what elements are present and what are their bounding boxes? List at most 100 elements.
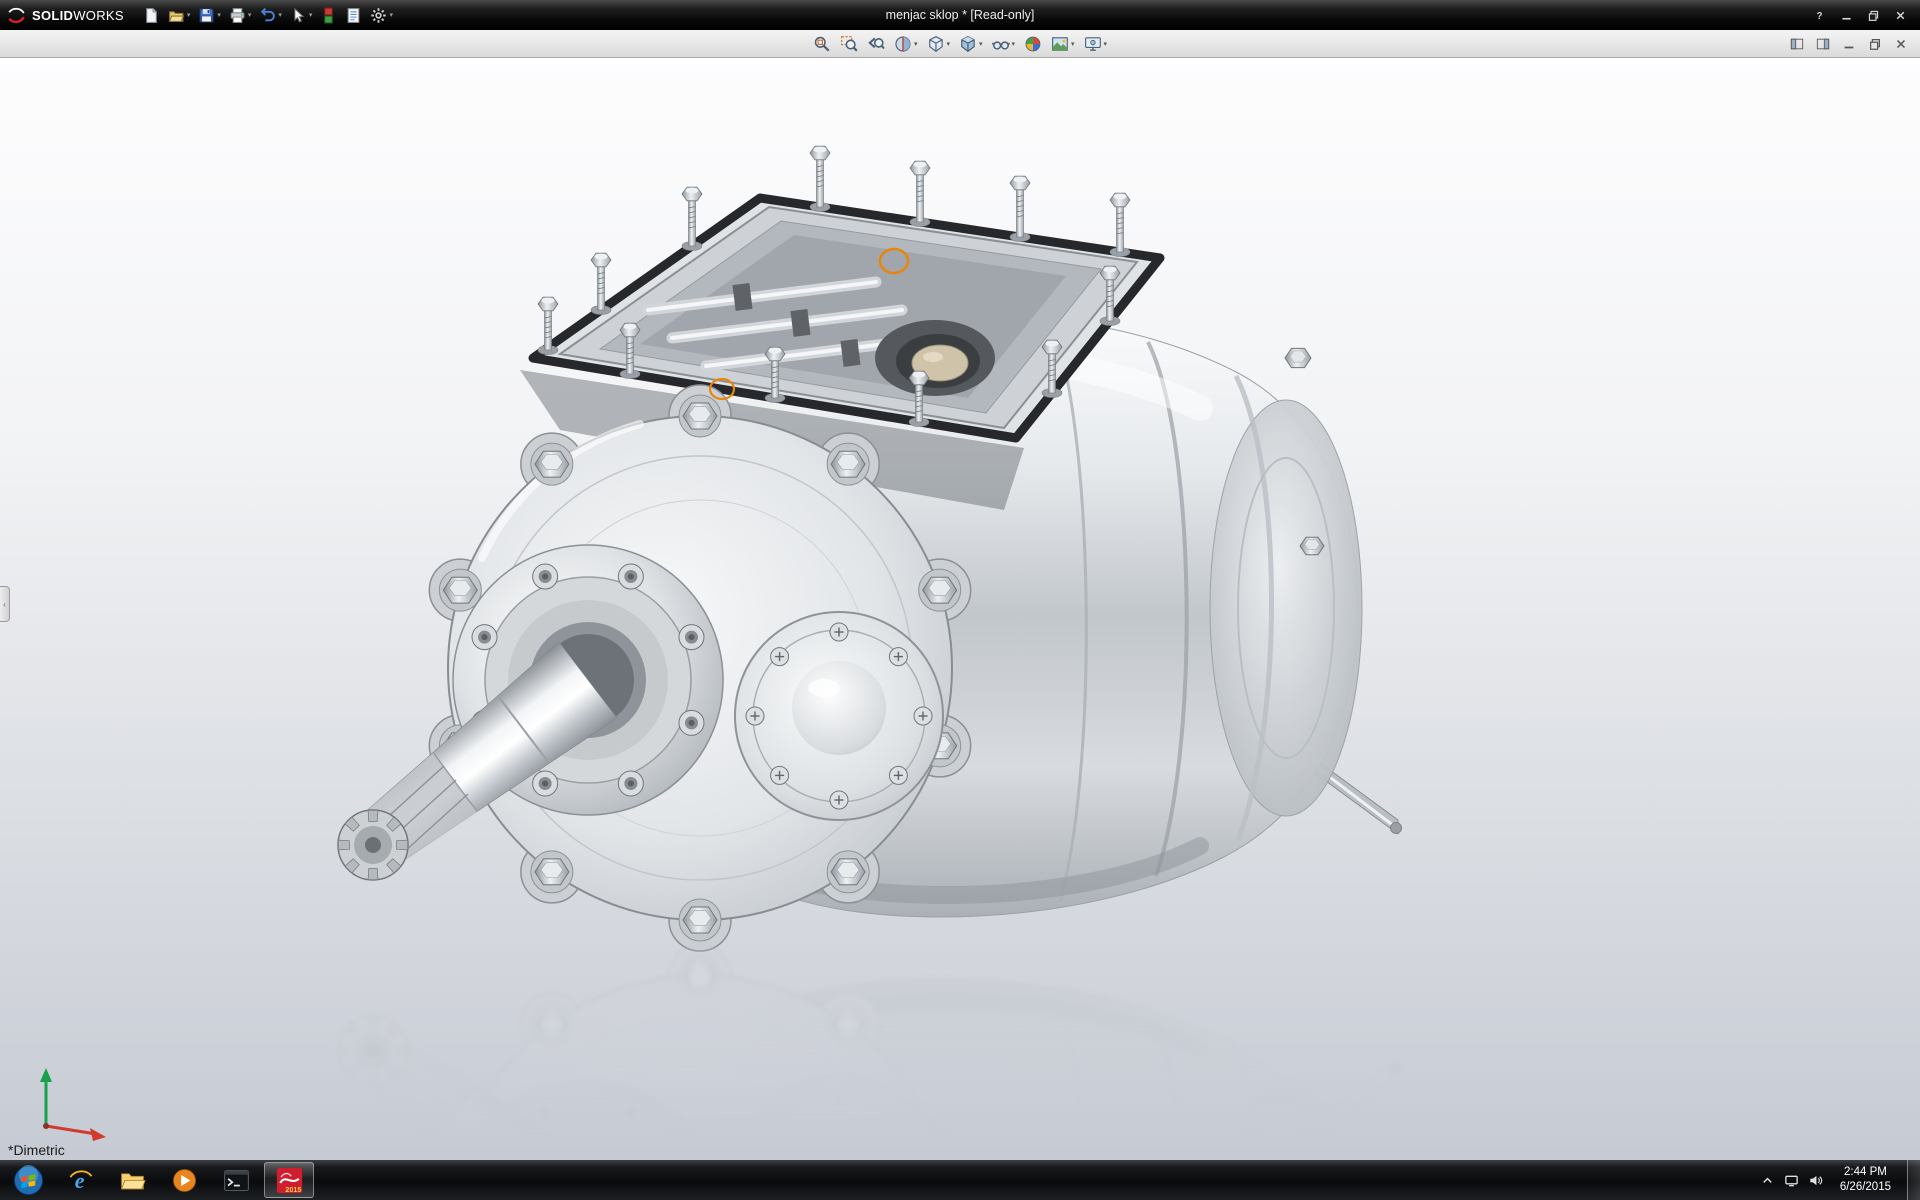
- apply-scene-icon: [1051, 35, 1069, 53]
- command-prompt-button[interactable]: [210, 1160, 262, 1200]
- minimize-app-button[interactable]: [1833, 4, 1860, 26]
- window-controls: ?: [1806, 4, 1920, 26]
- hide-show-items-icon: [992, 35, 1010, 53]
- display-icon: [1784, 1173, 1799, 1188]
- display-settings-button[interactable]: [1780, 1160, 1804, 1200]
- options-icon: [370, 7, 387, 24]
- start-button[interactable]: [2, 1160, 54, 1200]
- volume-button[interactable]: [1804, 1160, 1828, 1200]
- options-button[interactable]: ▾: [367, 3, 396, 27]
- view-orientation-icon: [926, 35, 944, 53]
- show-right-pane-button[interactable]: [1812, 34, 1834, 54]
- dropdown-caret-icon[interactable]: ▾: [1071, 40, 1075, 48]
- dropdown-caret-icon[interactable]: ▾: [946, 40, 950, 48]
- select-button[interactable]: ▾: [287, 3, 316, 27]
- previous-view-button[interactable]: [864, 32, 888, 56]
- show-left-pane-button[interactable]: [1786, 34, 1808, 54]
- print-button[interactable]: ▾: [226, 3, 255, 27]
- clock-time: 2:44 PM: [1840, 1165, 1891, 1180]
- file-explorer-button[interactable]: [106, 1160, 158, 1200]
- save-button[interactable]: ▾: [195, 3, 224, 27]
- floor-reflection: [338, 945, 1402, 1160]
- rebuild-icon: [320, 7, 337, 24]
- graphics-area[interactable]: *Dimetric ‹: [0, 58, 1920, 1160]
- solidworks-icon: 2015: [276, 1167, 303, 1194]
- file-properties-button[interactable]: [342, 3, 365, 27]
- zoom-to-area-icon: [840, 35, 858, 53]
- dropdown-caret-icon[interactable]: ▾: [1012, 40, 1016, 48]
- cover-opening: [875, 320, 995, 396]
- clock-date: 6/26/2015: [1840, 1180, 1891, 1195]
- solidworks-window: SOLIDWORKS ▾▾▾▾▾▾ menjac sklop * [Read-o…: [0, 0, 1920, 1200]
- minimize-icon: [1840, 9, 1853, 22]
- edit-appearance-button[interactable]: [1021, 32, 1045, 56]
- taskbar-clock[interactable]: 2:44 PM 6/26/2015: [1830, 1165, 1901, 1195]
- restore-app-button[interactable]: [1860, 4, 1887, 26]
- dropdown-caret-icon[interactable]: ▾: [389, 11, 393, 19]
- chevron-up-icon: [1760, 1173, 1775, 1188]
- brand: SOLIDWORKS: [0, 0, 140, 30]
- view-orientation-button[interactable]: ▾: [923, 32, 953, 56]
- dropdown-caret-icon[interactable]: ▾: [217, 11, 221, 19]
- zoom-to-fit-button[interactable]: [810, 32, 834, 56]
- undo-icon: [259, 7, 276, 24]
- dropdown-caret-icon[interactable]: ▾: [1104, 40, 1108, 48]
- dropdown-caret-icon[interactable]: ▾: [187, 11, 191, 19]
- brand-name: SOLIDWORKS: [32, 8, 124, 23]
- display-style-button[interactable]: ▾: [956, 32, 986, 56]
- internet-explorer-button[interactable]: e: [54, 1160, 106, 1200]
- zoom-to-area-button[interactable]: [837, 32, 861, 56]
- system-tray: 2:44 PM 6/26/2015: [1756, 1160, 1920, 1200]
- close-app-button[interactable]: [1887, 4, 1914, 26]
- file-properties-icon: [345, 7, 362, 24]
- print-icon: [229, 7, 246, 24]
- media-player-button[interactable]: [158, 1160, 210, 1200]
- view-settings-button[interactable]: ▾: [1081, 32, 1111, 56]
- apply-scene-button[interactable]: ▾: [1048, 32, 1078, 56]
- close-icon: [1894, 9, 1907, 22]
- new-document-icon: [143, 7, 160, 24]
- dropdown-caret-icon[interactable]: ▾: [278, 11, 282, 19]
- open-button[interactable]: ▾: [165, 3, 194, 27]
- 3d-viewport[interactable]: [0, 58, 1920, 1160]
- select-cursor-icon: [290, 7, 307, 24]
- close-document-button[interactable]: [1890, 34, 1912, 54]
- taskbar-items: e 2015: [0, 1160, 316, 1200]
- rebuild-button[interactable]: [317, 3, 340, 27]
- restore-document-button[interactable]: [1864, 34, 1886, 54]
- show-desktop-button[interactable]: [1907, 1160, 1920, 1200]
- view-settings-icon: [1084, 35, 1102, 53]
- restore-icon: [1867, 9, 1880, 22]
- dropdown-caret-icon[interactable]: ▾: [914, 40, 918, 48]
- help-button[interactable]: ?: [1806, 4, 1833, 26]
- minimize-document-button[interactable]: [1838, 34, 1860, 54]
- show-hidden-icons-button[interactable]: [1756, 1160, 1780, 1200]
- section-view-icon: [894, 35, 912, 53]
- undo-button[interactable]: ▾: [256, 3, 285, 27]
- pane-right-icon: [1816, 37, 1830, 51]
- restore-icon: [1868, 37, 1882, 51]
- tray-icons: [1756, 1160, 1828, 1200]
- solidworks-2015-button[interactable]: 2015: [264, 1162, 314, 1198]
- titlebar: SOLIDWORKS ▾▾▾▾▾▾ menjac sklop * [Read-o…: [0, 0, 1920, 30]
- collapsed-panel-tab[interactable]: ‹: [0, 586, 10, 622]
- pane-left-icon: [1790, 37, 1804, 51]
- hide-show-items-button[interactable]: ▾: [989, 32, 1019, 56]
- svg-text:2015: 2015: [285, 1185, 301, 1193]
- model-gearbox[interactable]: [338, 146, 1402, 951]
- document-window-controls: [1786, 30, 1912, 58]
- new-document-button[interactable]: [140, 3, 163, 27]
- view-orientation-label: *Dimetric: [8, 1142, 65, 1158]
- dropdown-caret-icon[interactable]: ▾: [248, 11, 252, 19]
- previous-view-icon: [867, 35, 885, 53]
- dropdown-caret-icon[interactable]: ▾: [309, 11, 313, 19]
- section-view-button[interactable]: ▾: [891, 32, 921, 56]
- dropdown-caret-icon[interactable]: ▾: [979, 40, 983, 48]
- close-icon: [1894, 37, 1908, 51]
- windows-start-icon: [13, 1165, 44, 1196]
- orientation-triad: [40, 1068, 106, 1141]
- rear-bearing-cover[interactable]: [735, 612, 943, 820]
- edit-appearance-icon: [1024, 35, 1042, 53]
- windows-taskbar: e 2015 2:44 PM 6/26/2015: [0, 1160, 1920, 1200]
- internet-explorer-icon: e: [67, 1167, 94, 1194]
